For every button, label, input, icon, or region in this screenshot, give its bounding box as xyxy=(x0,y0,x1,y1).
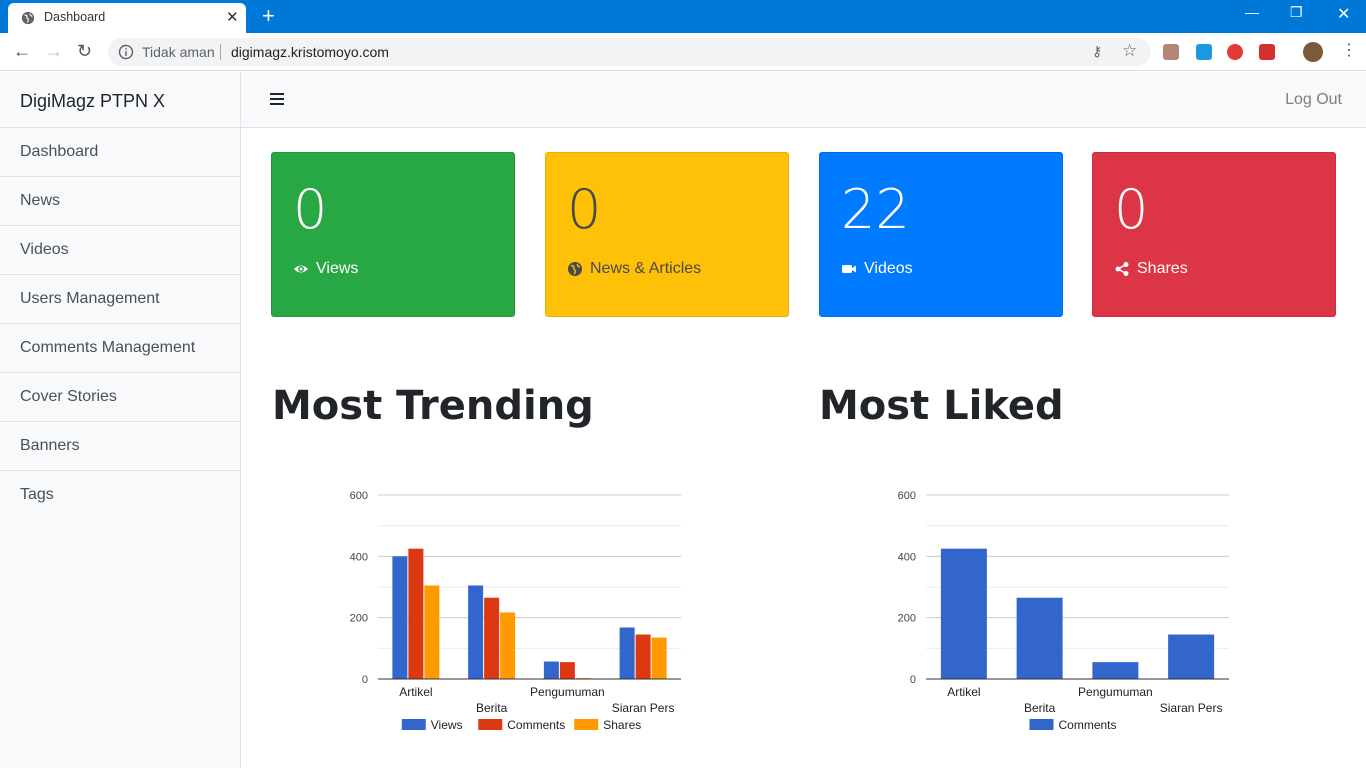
url-text[interactable]: digimagz.kristomoyo.com xyxy=(231,44,389,60)
sidebar-item-banners[interactable]: Banners xyxy=(0,422,240,471)
globe-icon xyxy=(21,11,35,25)
tab-title: Dashboard xyxy=(44,10,106,24)
sidebar-item-news[interactable]: News xyxy=(0,177,240,226)
bar xyxy=(500,612,516,679)
news-articles-label: News & Articles xyxy=(590,260,702,277)
news-articles-count: 0 xyxy=(567,178,602,241)
shares-card: 0 Shares xyxy=(1092,152,1336,317)
legend-label: Comments xyxy=(507,718,565,732)
legend-swatch xyxy=(1029,719,1054,730)
info-icon[interactable] xyxy=(118,44,134,60)
most-trending-title: Most Trending xyxy=(272,383,594,429)
legend-label: Views xyxy=(431,718,463,732)
x-tick-label: Artikel xyxy=(399,685,432,699)
most-trending-chart: 0 200 400 600 Artikel Berita Pengumuman Siaran … xyxy=(350,490,681,732)
legend-label: Comments xyxy=(1059,718,1117,732)
sidebar-item-cover-stories[interactable]: Cover Stories xyxy=(0,373,240,422)
bar xyxy=(392,556,408,679)
videos-label: Videos xyxy=(864,260,913,277)
x-tick-label: Siaran Pers xyxy=(612,701,675,715)
y-tick-label: 600 xyxy=(898,490,916,502)
address-bar[interactable]: Tidak aman digimagz.kristomoyo.com ⚷ ☆ xyxy=(108,38,1151,66)
legend-swatch xyxy=(478,719,503,730)
legend-swatch xyxy=(574,719,599,730)
news-articles-card: 0 News & Articles xyxy=(545,152,789,317)
brand-title[interactable]: DigiMagz PTPN X xyxy=(0,72,240,128)
bar xyxy=(559,662,575,679)
bar xyxy=(619,627,635,679)
sidebar-item-videos[interactable]: Videos xyxy=(0,226,240,275)
bar xyxy=(940,548,987,679)
close-icon[interactable]: ✕ xyxy=(226,8,239,26)
y-tick-label: 0 xyxy=(910,674,916,686)
video-camera-icon xyxy=(842,265,856,273)
browser-tab-bar: Dashboard ✕ + — ❐ ✕ xyxy=(0,0,1366,33)
key-icon[interactable]: ⚷ xyxy=(1092,43,1102,60)
globe-icon xyxy=(568,262,582,276)
top-navbar: Log Out xyxy=(241,72,1366,128)
y-tick-label: 400 xyxy=(898,551,916,563)
security-label: Tidak aman xyxy=(142,44,215,60)
views-label: Views xyxy=(316,260,359,277)
bar xyxy=(635,634,651,679)
eye-icon xyxy=(294,265,308,273)
yab-extension-icon[interactable] xyxy=(1227,44,1243,60)
bar xyxy=(484,597,500,679)
most-liked-title: Most Liked xyxy=(819,383,1064,429)
sidebar-item-users-management[interactable]: Users Management xyxy=(0,275,240,324)
bar xyxy=(424,585,440,679)
bar xyxy=(651,637,667,679)
restore-icon[interactable]: ❐ xyxy=(1290,4,1303,21)
y-tick-label: 600 xyxy=(350,490,368,502)
x-tick-label: Berita xyxy=(1024,701,1056,715)
screen-capture-extension-icon[interactable] xyxy=(1196,44,1212,60)
minimize-icon[interactable]: — xyxy=(1245,4,1259,20)
sidebar: DigiMagz PTPN X Dashboard News Videos Us… xyxy=(0,72,241,768)
y-tick-label: 200 xyxy=(350,613,368,625)
sidebar-item-tags[interactable]: Tags xyxy=(0,471,240,520)
shares-label: Shares xyxy=(1137,260,1188,277)
reload-icon[interactable]: ↻ xyxy=(77,40,92,62)
views-card: 0 Views xyxy=(271,152,515,317)
bar xyxy=(543,661,559,679)
bar xyxy=(468,585,484,679)
browser-toolbar: ← → ↻ Tidak aman digimagz.kristomoyo.com… xyxy=(0,33,1366,71)
y-tick-label: 0 xyxy=(362,674,368,686)
pdf-extension-icon[interactable] xyxy=(1163,44,1179,60)
sidebar-item-comments-management[interactable]: Comments Management xyxy=(0,324,240,373)
sidebar-item-dashboard[interactable]: Dashboard xyxy=(0,128,240,177)
bar xyxy=(1092,662,1139,679)
legend-swatch xyxy=(401,719,426,730)
videos-count: 22 xyxy=(841,178,910,241)
videos-card: 22 Videos xyxy=(819,152,1063,317)
bar xyxy=(1016,597,1063,679)
x-tick-label: Siaran Pers xyxy=(1160,701,1223,715)
x-tick-label: Artikel xyxy=(947,685,980,699)
hamburger-menu-icon[interactable] xyxy=(270,93,284,105)
y-tick-label: 200 xyxy=(898,613,916,625)
profile-avatar[interactable] xyxy=(1303,42,1323,62)
most-liked-chart: 0 200 400 600 Artikel Berita Pengumuman Siaran … xyxy=(898,490,1229,732)
browser-tab[interactable]: Dashboard ✕ xyxy=(8,3,246,33)
bar xyxy=(1168,634,1215,679)
views-count: 0 xyxy=(293,178,328,241)
bar xyxy=(408,548,424,679)
close-window-icon[interactable]: ✕ xyxy=(1337,4,1350,24)
back-icon[interactable]: ← xyxy=(13,40,31,62)
mega-extension-icon[interactable] xyxy=(1259,44,1275,60)
more-menu-icon[interactable]: ⋮ xyxy=(1341,41,1357,61)
new-tab-icon[interactable]: + xyxy=(262,4,275,28)
x-tick-label: Berita xyxy=(476,701,508,715)
x-tick-label: Pengumuman xyxy=(530,685,605,699)
divider xyxy=(220,44,221,60)
share-icon xyxy=(1115,262,1129,276)
y-tick-label: 400 xyxy=(350,551,368,563)
star-icon[interactable]: ☆ xyxy=(1122,41,1137,61)
forward-icon[interactable]: → xyxy=(45,40,63,62)
legend-label: Shares xyxy=(603,718,641,732)
x-tick-label: Pengumuman xyxy=(1078,685,1153,699)
shares-count: 0 xyxy=(1114,178,1149,241)
logout-link[interactable]: Log Out xyxy=(1285,91,1342,109)
